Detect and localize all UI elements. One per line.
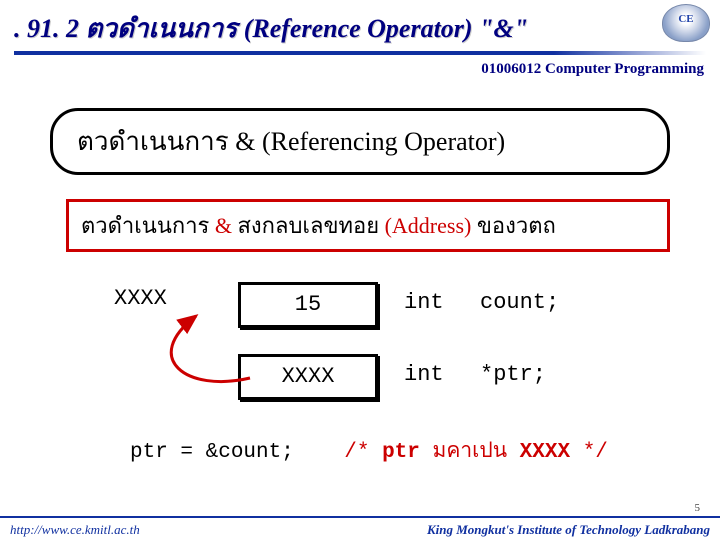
footer-bar: http://www.ce.kmitl.ac.th King Mongkut's… <box>0 516 720 540</box>
slide-title: . 91. 2 ตวดำเนนการ (Reference Operator) … <box>14 14 528 43</box>
type-count: int <box>404 290 444 315</box>
decl-count: count; <box>480 290 559 315</box>
memory-cell-ptr: XXXX <box>238 354 378 400</box>
code-line: ptr = &count; /* ptr มคาเปน XXXX */ <box>130 434 680 467</box>
desc-1: ตวดำเนนการ <box>81 213 215 238</box>
slide-content: ตวดำเนนการ & (Referencing Operator) ตวดำ… <box>0 78 720 477</box>
desc-2: สงกลบเลขทอย <box>238 213 385 238</box>
course-code: 01006012 Computer Programming <box>0 57 720 78</box>
slide-header: . 91. 2 ตวดำเนนการ (Reference Operator) … <box>0 0 720 57</box>
desc-3: ของวตถ <box>477 213 556 238</box>
header-underline <box>14 51 706 55</box>
topic-text-amp: & <box>235 127 262 156</box>
type-ptr: int <box>404 362 444 387</box>
page-number: 5 <box>695 502 701 514</box>
desc-amp: & <box>215 213 232 238</box>
decl-ptr: *ptr; <box>480 362 546 387</box>
topic-text-1: ตวดำเนนการ <box>77 127 235 156</box>
footer-org: King Mongkut's Institute of Technology L… <box>427 522 710 538</box>
desc-addr: (Address) <box>385 213 472 238</box>
logo-icon <box>662 4 710 42</box>
description-box: ตวดำเนนการ & สงกลบเลขทอย (Address) ของวต… <box>66 199 670 252</box>
topic-text-2: (Referencing Operator) <box>262 127 505 156</box>
code-comment: /* ptr มคาเปน XXXX */ <box>344 441 608 464</box>
address-label: XXXX <box>114 286 167 311</box>
code-stmt: ptr = &count; <box>130 441 294 464</box>
memory-cell-count: 15 <box>238 282 378 328</box>
memory-diagram: XXXX 15 int count; XXXX int *ptr; <box>84 278 680 418</box>
footer-url: http://www.ce.kmitl.ac.th <box>10 522 140 538</box>
topic-box: ตวดำเนนการ & (Referencing Operator) <box>50 108 670 175</box>
